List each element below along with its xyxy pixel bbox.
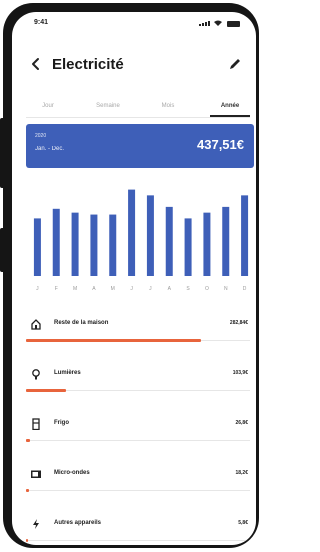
active-tab-indicator bbox=[210, 115, 250, 117]
chart-month-label: D bbox=[243, 286, 247, 292]
chart-bar[interactable] bbox=[71, 212, 79, 276]
category-bar bbox=[26, 389, 67, 392]
microwave-icon bbox=[31, 470, 41, 478]
chart-month-label: A bbox=[168, 286, 172, 292]
tab-mois[interactable]: Mois bbox=[148, 103, 188, 109]
chart-bar[interactable] bbox=[222, 206, 230, 276]
chart-month-label: F bbox=[55, 286, 58, 292]
fridge-icon bbox=[32, 418, 40, 430]
chart-bar[interactable] bbox=[109, 214, 117, 276]
category-name: Autres appareils bbox=[54, 520, 102, 526]
chart-bar[interactable] bbox=[33, 218, 41, 276]
chart-month-label: O bbox=[205, 286, 209, 292]
category-bar bbox=[26, 539, 29, 542]
tab-jour[interactable]: Jour bbox=[28, 103, 68, 109]
chart-month-label: J bbox=[36, 286, 39, 292]
monthly-bar-chart: JFMAMJJASOND bbox=[33, 189, 249, 292]
status-bar: 9:41 bbox=[12, 12, 256, 34]
app-screen: 9:41 Electricité Jour Semaine Mois Année… bbox=[12, 12, 256, 545]
chart-bar[interactable] bbox=[241, 195, 249, 276]
category-row[interactable]: Micro-ondes 18,2€ bbox=[26, 462, 250, 512]
category-row[interactable]: Frigo 26,8€ bbox=[26, 412, 250, 462]
summary-card: 2020 Jan. - Dec. 437,51€ bbox=[26, 124, 254, 168]
category-row[interactable]: Reste de la maison 282,84€ bbox=[26, 312, 250, 362]
battery-icon bbox=[227, 21, 240, 27]
category-value: 103,9€ bbox=[232, 370, 248, 376]
category-track bbox=[26, 490, 250, 491]
chart-bar[interactable] bbox=[165, 206, 173, 276]
category-name: Micro-ondes bbox=[54, 470, 90, 476]
pencil-icon[interactable] bbox=[228, 57, 242, 71]
chart-bar[interactable] bbox=[90, 214, 98, 276]
category-bar bbox=[26, 339, 201, 342]
chart-bar[interactable] bbox=[184, 218, 192, 276]
category-track bbox=[26, 440, 250, 441]
tab-annee[interactable]: Année bbox=[210, 103, 250, 109]
category-bar bbox=[26, 489, 30, 492]
chart-month-label: M bbox=[111, 286, 115, 292]
category-value: 26,8€ bbox=[235, 420, 248, 426]
house-icon bbox=[31, 319, 41, 330]
category-name: Lumières bbox=[54, 370, 81, 376]
status-time: 9:41 bbox=[34, 19, 49, 26]
app-header: Electricité bbox=[12, 52, 256, 78]
summary-year: 2020 bbox=[35, 133, 47, 139]
chart-bar[interactable] bbox=[146, 195, 154, 276]
chart-month-label: J bbox=[130, 286, 133, 292]
side-button bbox=[0, 228, 6, 272]
summary-amount: 437,51€ bbox=[197, 137, 244, 152]
wifi-icon bbox=[214, 20, 222, 26]
category-bar bbox=[26, 439, 31, 442]
tabs-divider bbox=[26, 117, 250, 118]
lightning-icon bbox=[33, 519, 39, 529]
tab-semaine[interactable]: Semaine bbox=[88, 103, 128, 109]
category-value: 18,2€ bbox=[235, 470, 248, 476]
chart-bar[interactable] bbox=[203, 212, 211, 276]
back-chevron-icon[interactable] bbox=[30, 57, 42, 71]
chart-month-label: A bbox=[92, 286, 96, 292]
chart-bar[interactable] bbox=[128, 189, 136, 276]
side-button bbox=[0, 118, 6, 188]
lightbulb-icon bbox=[32, 369, 40, 380]
chart-month-label: S bbox=[186, 286, 190, 292]
chart-month-label: M bbox=[73, 286, 77, 292]
category-row[interactable]: Lumières 103,9€ bbox=[26, 362, 250, 412]
category-value: 282,84€ bbox=[229, 320, 248, 326]
chart-month-label: N bbox=[224, 286, 228, 292]
summary-range: Jan. - Dec. bbox=[35, 146, 65, 152]
phone-frame: 9:41 Electricité Jour Semaine Mois Année… bbox=[3, 3, 259, 548]
page-title: Electricité bbox=[52, 56, 124, 73]
category-name: Frigo bbox=[54, 420, 69, 426]
chart-bar[interactable] bbox=[52, 208, 60, 276]
period-tabs: Jour Semaine Mois Année bbox=[26, 100, 250, 118]
category-row[interactable]: Autres appareils 5,8€ bbox=[26, 512, 250, 545]
signal-icon bbox=[199, 21, 210, 26]
category-track bbox=[26, 540, 250, 541]
chart-month-label: J bbox=[149, 286, 152, 292]
category-name: Reste de la maison bbox=[54, 320, 109, 326]
category-value: 5,8€ bbox=[238, 520, 248, 526]
